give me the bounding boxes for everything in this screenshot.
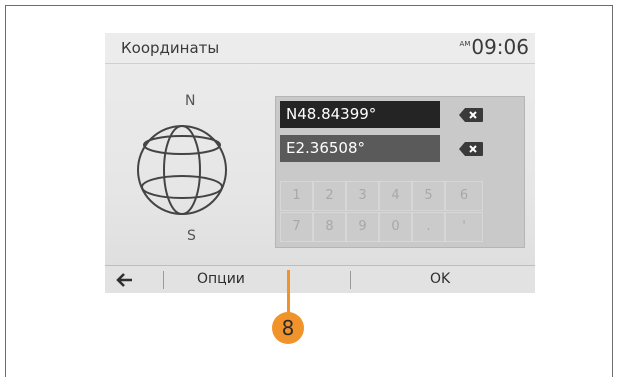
callout-line [287,270,290,315]
key-0[interactable]: 0 [379,212,412,242]
clock-time: 09:06 [471,35,529,59]
key-3[interactable]: 3 [346,181,379,211]
compass-south-label: S [187,228,196,244]
ok-button[interactable]: OK [430,271,450,287]
latitude-field[interactable]: N48.84399° [280,101,440,128]
delete-latitude-button[interactable] [458,107,484,123]
key-6[interactable]: 6 [445,181,483,211]
coordinates-screen: Координаты AM09:06 N S N48.84399° E2.365… [105,33,535,293]
key-1[interactable]: 1 [280,181,313,211]
key-apostrophe[interactable]: ' [445,212,483,242]
back-arrow-icon[interactable] [115,271,135,289]
key-7[interactable]: 7 [280,212,313,242]
key-8[interactable]: 8 [313,212,346,242]
clock-ampm: AM [459,40,471,48]
key-dot[interactable]: . [412,212,445,242]
longitude-field[interactable]: E2.36508° [280,135,440,162]
bottom-separator [163,271,164,289]
title-bar: Координаты AM09:06 [105,33,535,64]
clock: AM09:06 [460,35,529,59]
delete-longitude-button[interactable] [458,141,484,157]
bottom-separator [350,271,351,289]
key-5[interactable]: 5 [412,181,445,211]
page-title: Координаты [121,39,220,57]
options-button[interactable]: Опции [197,271,245,287]
key-4[interactable]: 4 [379,181,412,211]
globe-icon [137,125,227,215]
coordinate-keypad: N48.84399° E2.36508° 1 2 3 4 5 6 7 8 9 0… [275,96,525,248]
callout-badge: 8 [272,312,304,344]
key-2[interactable]: 2 [313,181,346,211]
bottom-bar: Опции OK [105,265,535,293]
key-9[interactable]: 9 [346,212,379,242]
